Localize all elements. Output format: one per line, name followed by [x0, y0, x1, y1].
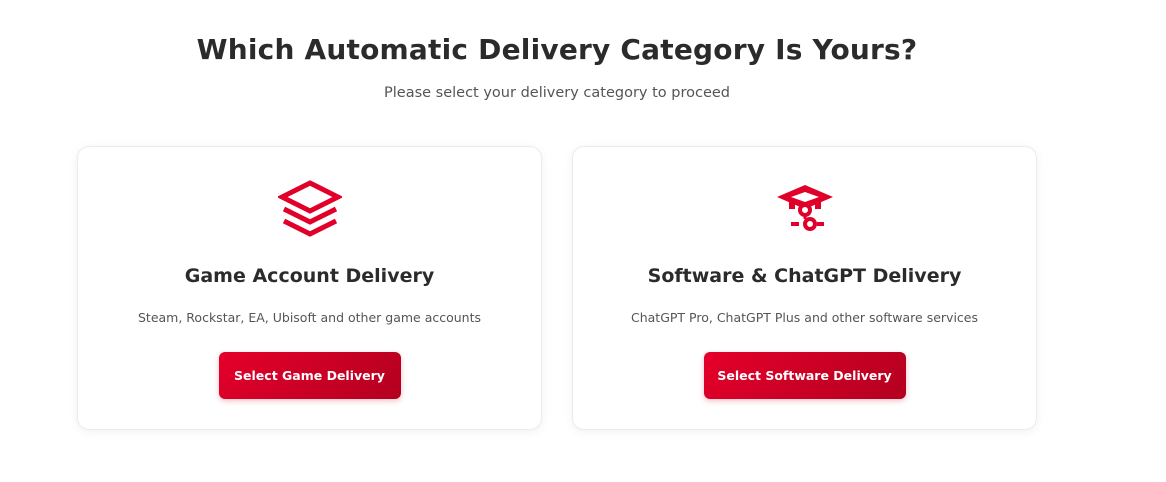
card-title: Game Account Delivery: [184, 265, 435, 287]
select-game-delivery-button[interactable]: Select Game Delivery: [218, 352, 401, 399]
card-title: Software & ChatGPT Delivery: [647, 265, 962, 287]
software-delivery-card: Software & ChatGPT Delivery ChatGPT Pro,…: [572, 146, 1037, 430]
select-software-delivery-button[interactable]: Select Software Delivery: [703, 352, 906, 399]
page-title: Which Automatic Delivery Category Is You…: [196, 33, 918, 66]
graduation-cap-icon: [773, 177, 837, 241]
page-subtitle: Please select your delivery category to …: [384, 85, 730, 101]
page: Which Automatic Delivery Category Is You…: [0, 0, 1166, 482]
card-description: ChatGPT Pro, ChatGPT Plus and other soft…: [631, 310, 978, 325]
layers-icon: [277, 177, 342, 241]
game-delivery-card: Game Account Delivery Steam, Rockstar, E…: [77, 146, 542, 430]
card-description: Steam, Rockstar, EA, Ubisoft and other g…: [137, 310, 482, 325]
